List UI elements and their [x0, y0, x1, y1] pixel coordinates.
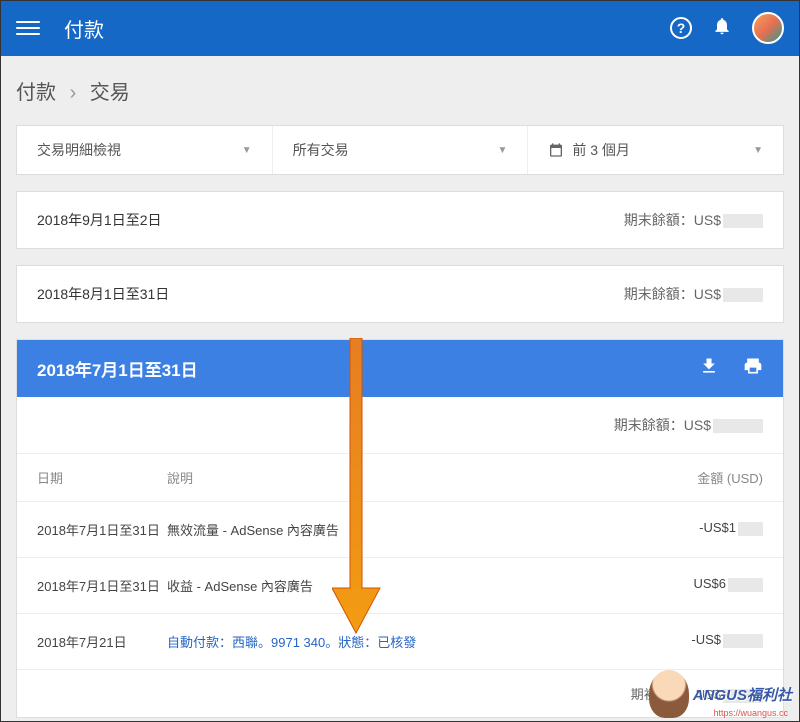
table-row: 2018年7月1日至31日 收益 - AdSense 內容廣告 US$6 — [17, 558, 783, 614]
watermark-mascot — [649, 670, 689, 718]
filters-bar: 交易明細檢視 ▼ 所有交易 ▼ 前 3 個月 ▼ — [16, 125, 784, 175]
filter-date-range[interactable]: 前 3 個月 ▼ — [528, 126, 783, 174]
cell-amount: -US$1 — [643, 520, 763, 536]
cell-amount: -US$ — [643, 632, 763, 648]
filter-type[interactable]: 所有交易 ▼ — [273, 126, 529, 174]
balance-label: 期末餘額：US$ — [624, 210, 763, 230]
table-header: 日期 說明 金額 (USD) — [17, 454, 783, 502]
chevron-down-icon: ▼ — [242, 145, 252, 156]
print-icon[interactable] — [743, 356, 763, 381]
cell-desc: 無效流量 - AdSense 內容廣告 — [167, 520, 643, 539]
chevron-down-icon: ▼ — [497, 145, 507, 156]
col-desc-header: 說明 — [167, 468, 643, 487]
balance-label: 期末餘額：US$ — [624, 284, 763, 304]
col-date-header: 日期 — [37, 468, 167, 487]
header-title: 付款 — [64, 14, 670, 43]
chevron-right-icon: › — [70, 82, 77, 104]
cell-date: 2018年7月1日至31日 — [37, 576, 167, 595]
menu-icon[interactable] — [16, 16, 40, 40]
cell-date: 2018年7月21日 — [37, 632, 167, 651]
breadcrumb-root[interactable]: 付款 — [16, 82, 56, 104]
breadcrumb-current: 交易 — [90, 82, 130, 104]
cell-amount: US$6 — [643, 576, 763, 592]
filter-view[interactable]: 交易明細檢視 ▼ — [17, 126, 273, 174]
table-row: 2018年7月1日至31日 無效流量 - AdSense 內容廣告 -US$1 — [17, 502, 783, 558]
period-label: 2018年8月1日至31日 — [37, 284, 169, 304]
table-row: 2018年7月21日 自動付款：西聯。9971 340。狀態：已核發 -US$ — [17, 614, 783, 670]
period-card[interactable]: 2018年8月1日至31日 期末餘額：US$ — [16, 265, 784, 323]
download-icon[interactable] — [699, 356, 719, 381]
watermark: ANGUS福利社 https://wuangus.cc — [649, 670, 792, 718]
cell-desc: 收益 - AdSense 內容廣告 — [167, 576, 643, 595]
watermark-text: ANGUS福利社 — [693, 684, 792, 705]
cell-desc-link[interactable]: 自動付款：西聯。9971 340。狀態：已核發 — [167, 632, 643, 651]
cell-date: 2018年7月1日至31日 — [37, 520, 167, 539]
avatar[interactable] — [752, 12, 784, 44]
help-icon[interactable]: ? — [670, 17, 692, 39]
expanded-period-card: 2018年7月1日至31日 期末餘額：US$ 日期 說明 金額 (USD) 20… — [16, 339, 784, 718]
summary-balance: 期末餘額：US$ — [17, 397, 783, 454]
breadcrumb: 付款 › 交易 — [0, 56, 800, 125]
col-amount-header: 金額 (USD) — [643, 468, 763, 487]
expanded-period-title: 2018年7月1日至31日 — [37, 356, 198, 381]
notifications-icon[interactable] — [712, 16, 732, 41]
period-card[interactable]: 2018年9月1日至2日 期末餘額：US$ — [16, 191, 784, 249]
period-label: 2018年9月1日至2日 — [37, 210, 162, 230]
watermark-url: https://wuangus.cc — [713, 708, 788, 718]
calendar-icon — [548, 142, 564, 158]
chevron-down-icon: ▼ — [753, 145, 763, 156]
